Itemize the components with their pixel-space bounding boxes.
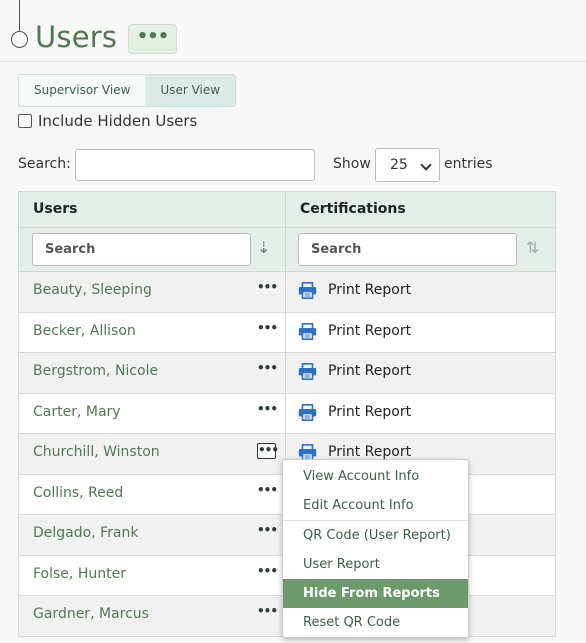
sort-icon[interactable]: ⇅ [526, 238, 539, 257]
sort-desc-icon[interactable]: ⇣ [257, 238, 270, 257]
row-menu-button[interactable]: ••• [257, 565, 278, 581]
user-name-link[interactable]: Beauty, Sleeping [33, 282, 152, 298]
include-hidden-row: Include Hidden Users [18, 112, 197, 130]
printer-icon[interactable] [298, 363, 317, 380]
user-name-link[interactable]: Becker, Allison [33, 323, 136, 339]
printer-icon[interactable] [298, 282, 317, 299]
user-cell: Bergstrom, Nicole ••• [19, 353, 286, 393]
entries-select-value: 25 [390, 157, 408, 173]
cert-filter-cell: Search ⇅ [286, 228, 555, 271]
user-cell: Beauty, Sleeping ••• [19, 272, 286, 312]
view-toggle: Supervisor View User View [18, 74, 237, 107]
user-cell: Becker, Allison ••• [19, 312, 286, 352]
timeline-node-icon [11, 31, 28, 48]
cert-cell: Print Report [286, 313, 555, 353]
search-input[interactable] [75, 149, 315, 181]
menu-item[interactable]: Edit Account Info [283, 491, 468, 520]
chevron-down-icon [420, 159, 432, 171]
row-menu-button[interactable]: ••• [257, 281, 278, 297]
user-name-link[interactable]: Gardner, Marcus [33, 606, 149, 622]
user-cell: Churchill, Winston ••• [19, 434, 286, 474]
users-filter-cell: Search ⇣ [19, 228, 286, 271]
print-report-link[interactable]: Print Report [328, 404, 411, 420]
include-hidden-label: Include Hidden Users [38, 112, 198, 130]
cert-cell: Print Report [286, 353, 555, 393]
row-context-menu: View Account Info Edit Account Info QR Cod… [282, 459, 469, 638]
user-view-button[interactable]: User View [145, 75, 236, 106]
table-row: Carter, Mary ••• Print Report [18, 393, 556, 434]
printer-icon[interactable] [298, 322, 317, 340]
cert-filter-input[interactable]: Search [298, 233, 517, 266]
print-report-link[interactable]: Print Report [328, 363, 411, 379]
page-more-button[interactable]: ••• [128, 24, 177, 54]
row-menu-button[interactable]: ••• [257, 605, 278, 621]
row-menu-button[interactable]: ••• [257, 484, 278, 500]
page-title: Users [35, 20, 118, 54]
user-cell: Gardner, Marcus ••• [19, 596, 286, 636]
users-column-header[interactable]: Users [19, 192, 286, 227]
menu-item[interactable]: Reset QR Code [283, 608, 468, 637]
user-name-link[interactable]: Carter, Mary [33, 404, 121, 420]
user-name-link[interactable]: Churchill, Winston [33, 444, 160, 460]
certifications-column-header[interactable]: Certifications [286, 192, 555, 227]
user-name-link[interactable]: Delgado, Frank [33, 525, 138, 541]
menu-item[interactable]: Hide From Reports [283, 579, 468, 608]
entries-label: entries [444, 156, 493, 172]
user-name-link[interactable]: Collins, Reed [33, 485, 123, 501]
entries-select[interactable]: 25 [375, 148, 440, 182]
table-row: Becker, Allison ••• Print Report [18, 312, 556, 353]
user-cell: Carter, Mary ••• [19, 393, 286, 433]
users-filter-input[interactable]: Search [32, 233, 251, 266]
print-report-link[interactable]: Print Report [328, 282, 411, 298]
user-cell: Delgado, Frank ••• [19, 515, 286, 555]
menu-item[interactable]: User Report [283, 550, 468, 579]
row-menu-button[interactable]: ••• [257, 362, 278, 378]
table-header: Users Certifications [18, 191, 556, 228]
cert-cell: Print Report [286, 272, 555, 312]
search-label: Search: [18, 156, 71, 172]
print-report-link[interactable]: Print Report [328, 323, 411, 339]
header-divider [0, 61, 586, 62]
printer-icon[interactable] [298, 403, 317, 421]
row-menu-button[interactable]: ••• [257, 443, 279, 459]
filter-row: Search ⇣ Search ⇅ [18, 228, 556, 272]
row-menu-button[interactable]: ••• [257, 322, 278, 338]
include-hidden-checkbox[interactable] [18, 114, 32, 128]
user-name-link[interactable]: Bergstrom, Nicole [33, 363, 158, 379]
show-label: Show [333, 156, 371, 172]
row-menu-button[interactable]: ••• [257, 403, 278, 419]
menu-item[interactable]: View Account Info [283, 462, 468, 491]
table-row: Beauty, Sleeping ••• Print Report [18, 272, 556, 313]
menu-item[interactable]: QR Code (User Report) [283, 521, 468, 550]
cert-cell: Print Report [286, 394, 555, 434]
row-menu-button[interactable]: ••• [257, 524, 278, 540]
user-cell: Collins, Reed ••• [19, 474, 286, 514]
table-row: Bergstrom, Nicole ••• Print Report [18, 353, 556, 394]
user-cell: Folse, Hunter ••• [19, 555, 286, 595]
user-name-link[interactable]: Folse, Hunter [33, 566, 126, 582]
print-report-link[interactable]: Print Report [328, 444, 411, 460]
supervisor-view-button[interactable]: Supervisor View [19, 75, 146, 106]
context-menu-items: View Account Info Edit Account Info QR Cod… [283, 462, 468, 637]
timeline-line [19, 0, 20, 33]
